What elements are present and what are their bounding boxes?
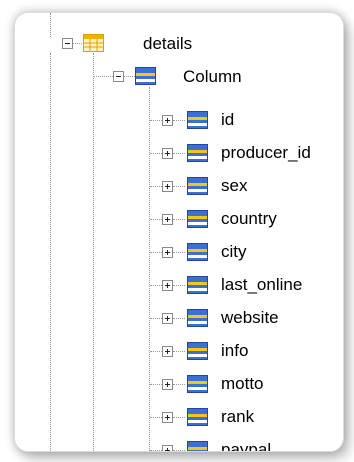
column-name-label[interactable]: city: [221, 242, 247, 262]
column-name-label[interactable]: id: [221, 110, 234, 130]
table-icon: [83, 34, 104, 52]
column-group-icon: [135, 67, 156, 85]
tree-guide-line: [173, 417, 185, 418]
tree-guide-line: [150, 384, 162, 385]
tree-guide-line: [150, 219, 162, 220]
column-expand-toggle[interactable]: [162, 148, 173, 159]
tree-guide-line: [173, 120, 185, 121]
column-name-label[interactable]: website: [221, 308, 279, 328]
column-icon: [187, 276, 208, 294]
column-name-label[interactable]: sex: [221, 176, 247, 196]
tree-guide-line: [150, 351, 162, 352]
tree-guide-line: [150, 450, 162, 451]
column-icon: [187, 111, 208, 129]
schema-tree: details Column id producer_idsex country ci…: [15, 13, 343, 451]
column-name-label[interactable]: info: [221, 341, 248, 361]
column-expand-toggle[interactable]: [162, 346, 173, 357]
tree-node-label[interactable]: Column: [183, 67, 242, 87]
column-name-label[interactable]: paypal: [221, 440, 271, 451]
tree-guide-line: [50, 53, 51, 451]
tree-guide-line: [173, 252, 185, 253]
column-group-collapse-toggle[interactable]: [113, 71, 124, 82]
column-expand-toggle[interactable]: [162, 214, 173, 225]
tree-guide-line: [50, 13, 51, 37]
column-name-label[interactable]: last_online: [221, 275, 302, 295]
column-expand-toggle[interactable]: [162, 313, 173, 324]
tree-node-label[interactable]: details: [143, 34, 192, 54]
column-name-label[interactable]: country: [221, 209, 277, 229]
tree-guide-line: [173, 153, 185, 154]
column-icon: [187, 342, 208, 360]
tree-guide-line: [173, 219, 185, 220]
tree-guide-line: [124, 76, 135, 77]
tree-guide-line: [173, 450, 185, 451]
column-icon: [187, 144, 208, 162]
column-expand-toggle[interactable]: [162, 247, 173, 258]
tree-guide-line: [173, 384, 185, 385]
tree-guide-line: [150, 417, 162, 418]
column-icon: [187, 243, 208, 261]
column-icon: [187, 177, 208, 195]
tree-guide-line: [150, 120, 162, 121]
column-expand-toggle[interactable]: [162, 115, 173, 126]
tree-guide-line: [150, 186, 162, 187]
column-icon: [187, 375, 208, 393]
column-expand-toggle[interactable]: [162, 412, 173, 423]
column-icon: [187, 309, 208, 327]
column-icon: [187, 408, 208, 426]
column-expand-toggle[interactable]: [162, 181, 173, 192]
tree-guide-line: [173, 285, 185, 286]
column-icon: [187, 210, 208, 228]
tree-guide-line: [94, 76, 113, 77]
tree-guide-line: [150, 318, 162, 319]
column-name-label[interactable]: rank: [221, 407, 254, 427]
column-expand-toggle[interactable]: [162, 445, 173, 451]
schema-tree-panel: details Column id producer_idsex country ci…: [14, 12, 344, 452]
root-collapse-toggle[interactable]: [62, 38, 73, 49]
tree-guide-line: [73, 43, 82, 44]
column-expand-toggle[interactable]: [162, 280, 173, 291]
tree-guide-line: [173, 351, 185, 352]
tree-guide-line: [173, 186, 185, 187]
column-name-label[interactable]: producer_id: [221, 143, 311, 163]
tree-guide-line: [150, 153, 162, 154]
tree-guide-line: [93, 53, 94, 451]
column-expand-toggle[interactable]: [162, 379, 173, 390]
tree-guide-line: [173, 318, 185, 319]
tree-guide-line: [150, 252, 162, 253]
tree-guide-line: [149, 87, 150, 451]
column-icon: [187, 441, 208, 451]
tree-guide-line: [150, 285, 162, 286]
column-name-label[interactable]: motto: [221, 374, 264, 394]
